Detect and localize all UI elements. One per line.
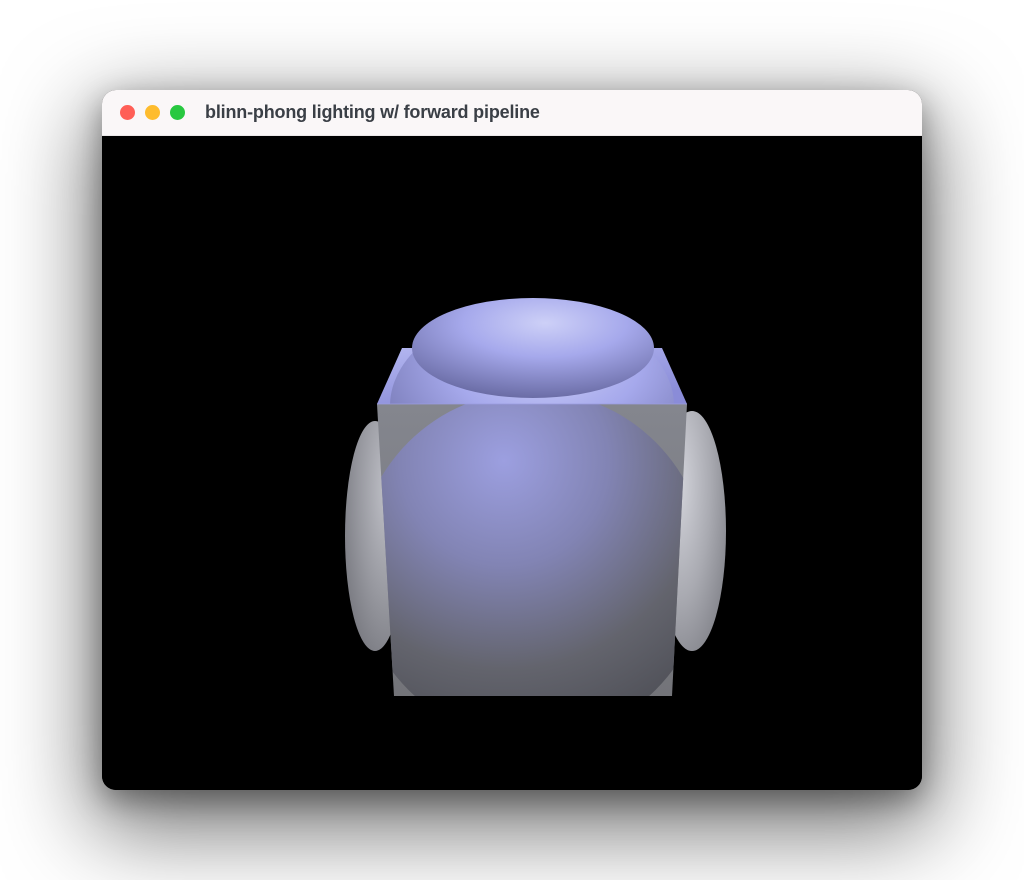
zoom-icon[interactable] [170,105,185,120]
rendered-scene [102,136,922,790]
close-icon[interactable] [120,105,135,120]
traffic-lights [120,105,185,120]
minimize-icon[interactable] [145,105,160,120]
titlebar[interactable]: blinn-phong lighting w/ forward pipeline [102,90,922,136]
app-window: blinn-phong lighting w/ forward pipeline [102,90,922,790]
sphere-top-dome-cap [412,298,654,398]
window-title: blinn-phong lighting w/ forward pipeline [205,102,540,123]
render-viewport[interactable] [102,136,922,790]
sphere-front-dome [357,391,707,741]
